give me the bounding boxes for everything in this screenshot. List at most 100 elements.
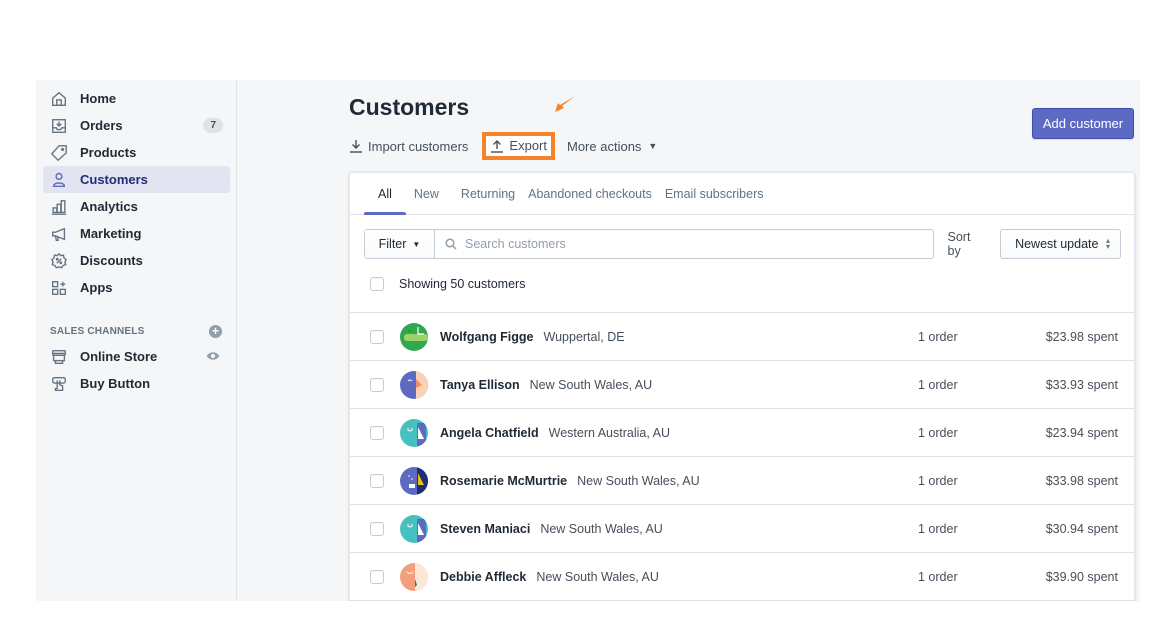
customer-spent: $39.90 spent [1045, 569, 1118, 584]
avatar [400, 418, 428, 447]
customers-card: All New Returning Abandoned checkouts Em… [349, 172, 1135, 601]
sidebar-item-label: Customers [80, 172, 148, 187]
customer-name[interactable]: Steven Maniaci [440, 522, 530, 536]
customer-orders: 1 order [918, 521, 958, 536]
avatar [400, 466, 428, 495]
download-icon [350, 140, 362, 153]
tab-new[interactable]: New [406, 173, 449, 214]
customer-tabs: All New Returning Abandoned checkouts Em… [350, 173, 1134, 215]
filter-button[interactable]: Filter ▼ [365, 230, 435, 258]
sidebar-item-label: Products [80, 145, 137, 160]
sidebar-item-marketing[interactable]: Marketing [43, 220, 230, 247]
sidebar-item-online-store[interactable]: Online Store [43, 343, 230, 370]
customer-location: Western Australia, AU [548, 425, 670, 440]
customer-spent: $23.94 spent [1045, 425, 1118, 440]
table-row[interactable]: Rosemarie McMurtrie New South Wales, AU … [350, 457, 1134, 505]
avatar [400, 562, 428, 591]
sales-channels-header: SALES CHANNELS + [50, 324, 222, 338]
sidebar-item-orders[interactable]: Orders 7 [43, 112, 230, 139]
more-actions-button[interactable]: More actions ▼ [567, 139, 657, 154]
person-icon [50, 171, 68, 189]
sidebar-item-discounts[interactable]: Discounts [43, 247, 230, 274]
sales-channels-list: Online Store Buy Button [43, 343, 230, 397]
table-row[interactable]: Angela Chatfield Western Australia, AU 1… [350, 409, 1134, 457]
customer-location: New South Wales, AU [529, 377, 653, 392]
sidebar-item-buy-button[interactable]: Buy Button [43, 370, 230, 397]
customer-name[interactable]: Wolfgang Figge [440, 330, 534, 344]
add-customer-button[interactable]: Add customer [1032, 108, 1134, 139]
customer-spent: $33.98 spent [1045, 473, 1118, 488]
tab-abandoned-checkouts[interactable]: Abandoned checkouts [521, 173, 658, 214]
sidebar-item-apps[interactable]: Apps [43, 274, 230, 301]
app-frame: Home Orders 7 Products Customers Analyti… [36, 80, 1140, 601]
orders-count-badge: 7 [203, 118, 223, 133]
avatar [400, 514, 428, 543]
customer-name[interactable]: Tanya Ellison [440, 378, 520, 392]
sales-channels-title: SALES CHANNELS [50, 325, 145, 337]
tab-email-subscribers[interactable]: Email subscribers [658, 173, 771, 214]
import-customers-button[interactable]: Import customers [349, 139, 468, 154]
row-checkbox[interactable] [370, 569, 384, 584]
export-highlight-box: Export [482, 132, 555, 160]
sort-select[interactable]: Newest update ▴ ▾ [1000, 229, 1121, 259]
more-actions-label: More actions [567, 138, 642, 154]
table-row[interactable]: Wolfgang Figge Wuppertal, DE 1 order $23… [350, 313, 1134, 361]
tag-icon [50, 144, 68, 162]
eye-icon[interactable] [206, 350, 220, 362]
select-all-checkbox[interactable] [370, 277, 384, 291]
search-input[interactable] [465, 237, 885, 251]
sidebar-item-label: Marketing [80, 226, 142, 241]
sidebar-item-products[interactable]: Products [43, 139, 230, 166]
customer-spent: $33.93 spent [1045, 377, 1118, 392]
discount-icon [50, 252, 68, 270]
page-actions: Import customers Export More actions ▼ [349, 132, 657, 160]
plus-circle-icon[interactable]: + [209, 324, 222, 338]
customer-location: New South Wales, AU [540, 521, 663, 536]
row-checkbox[interactable] [370, 473, 384, 488]
filter-search-group: Filter ▼ [364, 229, 934, 259]
sidebar-item-label: Buy Button [80, 376, 151, 391]
home-icon [50, 90, 68, 108]
customer-orders: 1 order [918, 569, 958, 584]
row-checkbox[interactable] [370, 329, 384, 344]
main-content: Customers Import customers Export More a… [237, 80, 1140, 601]
table-row[interactable]: Steven Maniaci New South Wales, AU 1 ord… [350, 505, 1134, 553]
bar-chart-icon [50, 198, 68, 216]
customer-location: New South Wales, AU [577, 473, 700, 488]
select-arrows-icon: ▴ ▾ [1105, 236, 1110, 251]
sidebar-item-label: Home [80, 91, 117, 106]
table-row[interactable]: Tanya Ellison New South Wales, AU 1 orde… [350, 361, 1134, 409]
customer-name[interactable]: Angela Chatfield [440, 426, 539, 440]
sidebar-item-label: Analytics [80, 199, 138, 214]
row-checkbox[interactable] [370, 425, 384, 440]
customer-spent: $23.98 spent [1045, 329, 1118, 344]
customer-orders: 1 order [918, 377, 958, 392]
sidebar-item-customers[interactable]: Customers [43, 166, 230, 193]
import-customers-label: Import customers [368, 138, 469, 154]
search-field [435, 230, 933, 258]
customer-orders: 1 order [918, 329, 958, 344]
customer-list: Wolfgang Figge Wuppertal, DE 1 order $23… [350, 312, 1134, 601]
filter-label: Filter [378, 237, 407, 251]
caret-down-icon: ▼ [412, 239, 421, 249]
orders-icon [50, 117, 68, 135]
sort-label: Sort by [947, 230, 971, 258]
page-title: Customers [349, 94, 470, 120]
export-button[interactable]: Export [490, 138, 547, 153]
filter-row: Filter ▼ Sort by Newest update ▴▾ [364, 229, 1121, 259]
sidebar-item-label: Apps [80, 280, 113, 295]
tab-all[interactable]: All [364, 173, 406, 215]
upload-icon [491, 139, 504, 153]
avatar [400, 370, 428, 399]
table-row[interactable]: Debbie Affleck New South Wales, AU 1 ord… [350, 553, 1134, 601]
customer-name[interactable]: Rosemarie McMurtrie [440, 474, 567, 488]
export-label: Export [509, 138, 547, 153]
row-checkbox[interactable] [370, 521, 384, 536]
tab-returning[interactable]: Returning [449, 173, 521, 214]
sidebar-nav: Home Orders 7 Products Customers Analyti… [43, 85, 230, 301]
row-checkbox[interactable] [370, 377, 384, 392]
sidebar-item-home[interactable]: Home [43, 85, 230, 112]
customer-name[interactable]: Debbie Affleck [440, 570, 526, 584]
avatar [400, 322, 428, 351]
sidebar-item-analytics[interactable]: Analytics [43, 193, 230, 220]
